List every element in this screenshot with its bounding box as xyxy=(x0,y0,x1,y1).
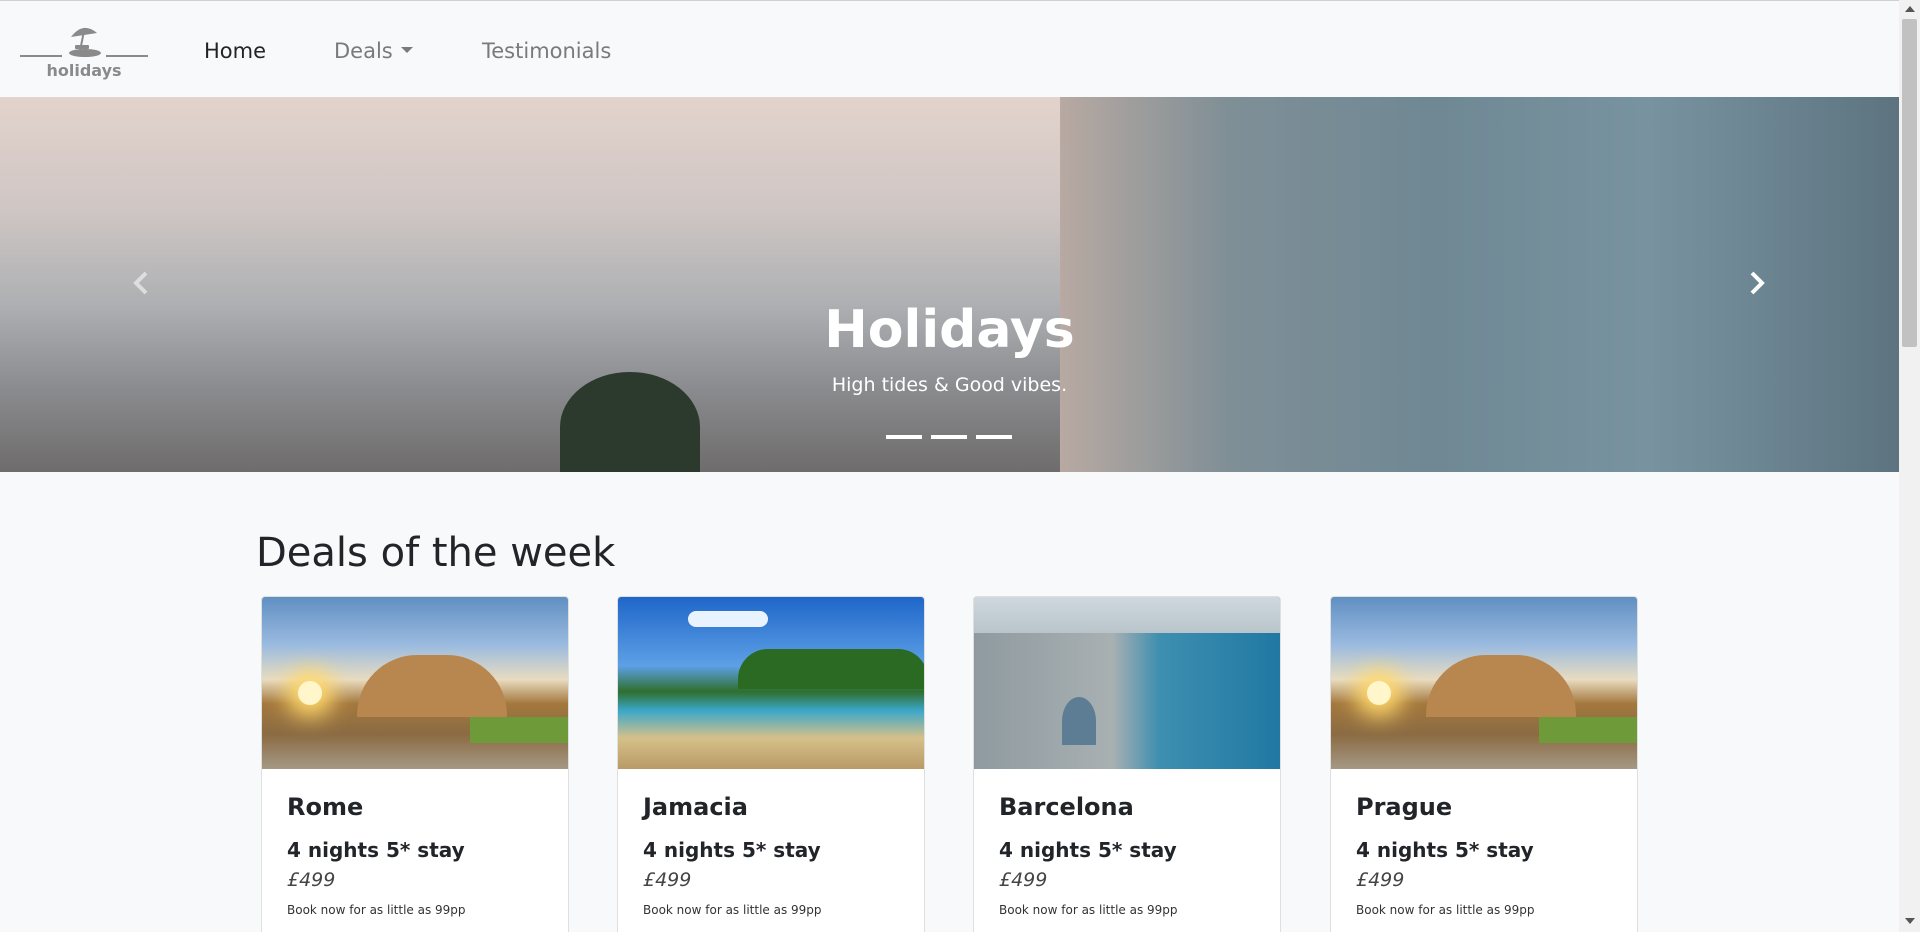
sun-glow xyxy=(298,681,322,705)
card-note: Book now for as little as 99pp xyxy=(287,903,466,917)
beach-umbrella-icon xyxy=(69,27,101,57)
colosseum-image xyxy=(1331,597,1637,769)
carousel-next-button[interactable] xyxy=(1741,268,1771,298)
card-title: Rome xyxy=(287,793,364,821)
card-title: Jamacia xyxy=(643,793,748,821)
card-title: Barcelona xyxy=(999,793,1134,821)
palm-trees-shape xyxy=(738,649,924,689)
deal-card-prague[interactable]: Prague 4 nights 5* stay £499 Book now fo… xyxy=(1330,596,1638,932)
hero-statue-scene xyxy=(1060,97,1899,472)
beach-image xyxy=(618,597,924,769)
deal-card-jamacia[interactable]: Jamacia 4 nights 5* stay £499 Book now f… xyxy=(617,596,925,932)
deal-card-rome[interactable]: Rome 4 nights 5* stay £499 Book now for … xyxy=(261,596,569,932)
card-stay: 4 nights 5* stay xyxy=(643,838,821,862)
logo-line-right xyxy=(106,55,148,57)
cloud-shape xyxy=(688,611,768,627)
sky-band xyxy=(974,597,1280,633)
grass-patch xyxy=(1539,717,1637,743)
nav-testimonials[interactable]: Testimonials xyxy=(482,39,611,63)
chevron-left-icon xyxy=(133,271,148,295)
scroll-up-arrow-icon[interactable] xyxy=(1905,6,1915,12)
barcelona-coast-image xyxy=(974,597,1280,769)
nav-deals-label: Deals xyxy=(334,39,393,63)
deals-heading: Deals of the week xyxy=(256,530,616,576)
chevron-right-icon xyxy=(1750,271,1765,295)
card-note: Book now for as little as 99pp xyxy=(1356,903,1535,917)
carousel-indicator-2[interactable] xyxy=(931,435,967,439)
hero-subtitle: High tides & Good vibes. xyxy=(831,374,1068,396)
nav-deals-dropdown[interactable]: Deals xyxy=(334,39,413,63)
card-price: £499 xyxy=(643,869,692,891)
sun-glow xyxy=(1367,681,1391,705)
card-stay: 4 nights 5* stay xyxy=(287,838,465,862)
colosseum-shape xyxy=(1426,655,1576,717)
hero-title: Holidays xyxy=(824,300,1075,360)
caret-down-icon xyxy=(400,47,413,53)
logo-text: holidays xyxy=(46,61,122,80)
brand-logo[interactable]: holidays xyxy=(20,21,150,83)
navbar: holidays Home Deals Testimonials xyxy=(0,1,1899,97)
card-price: £499 xyxy=(1356,869,1405,891)
card-price: £499 xyxy=(287,869,336,891)
carousel-indicator-3[interactable] xyxy=(976,435,1012,439)
colosseum-image xyxy=(262,597,568,769)
carousel-prev-button[interactable] xyxy=(127,268,157,298)
card-price: £499 xyxy=(999,869,1048,891)
vertical-scrollbar[interactable] xyxy=(1899,0,1920,932)
card-stay: 4 nights 5* stay xyxy=(1356,838,1534,862)
nav-home[interactable]: Home xyxy=(204,39,266,63)
card-note: Book now for as little as 99pp xyxy=(643,903,822,917)
carousel-indicator-1[interactable] xyxy=(886,435,922,439)
hero-carousel xyxy=(0,97,1899,472)
grass-patch xyxy=(470,717,568,743)
carousel-indicators xyxy=(886,435,1016,439)
colosseum-shape xyxy=(357,655,507,717)
card-stay: 4 nights 5* stay xyxy=(999,838,1177,862)
deal-card-barcelona[interactable]: Barcelona 4 nights 5* stay £499 Book now… xyxy=(973,596,1281,932)
logo-line-left xyxy=(20,55,62,57)
hotel-building-shape xyxy=(1062,697,1096,745)
scrollbar-thumb[interactable] xyxy=(1902,19,1917,347)
card-note: Book now for as little as 99pp xyxy=(999,903,1178,917)
scroll-down-arrow-icon[interactable] xyxy=(1905,918,1915,924)
card-title: Prague xyxy=(1356,793,1453,821)
